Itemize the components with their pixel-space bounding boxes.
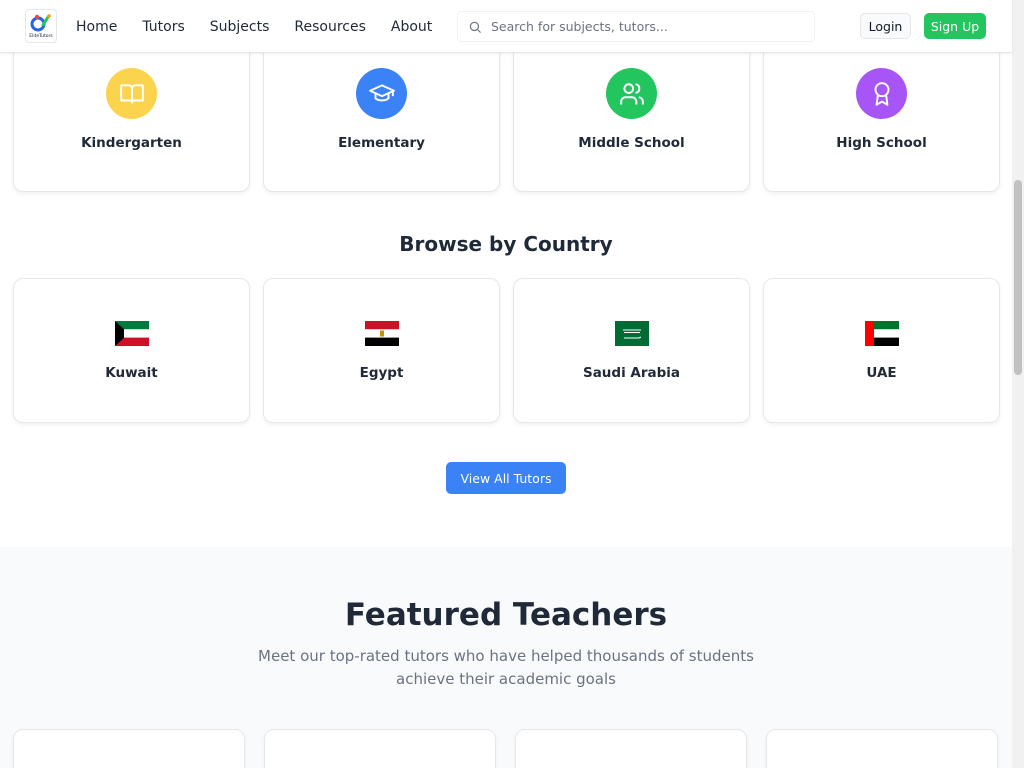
top-navbar: EliteTutors Home Tutors Subjects Resourc… xyxy=(0,0,1012,53)
login-button[interactable]: Login xyxy=(860,13,911,39)
award-icon xyxy=(856,68,907,119)
nav-resources[interactable]: Resources xyxy=(294,19,366,35)
nav-home[interactable]: Home xyxy=(76,19,117,35)
page: EliteTutors Home Tutors Subjects Resourc… xyxy=(0,0,1024,768)
level-label: Middle School xyxy=(578,135,685,151)
search-icon xyxy=(469,21,481,33)
country-card-uae[interactable]: UAE xyxy=(763,278,1000,423)
nav-subjects[interactable]: Subjects xyxy=(210,19,270,35)
page-scrollbar[interactable] xyxy=(1012,0,1024,768)
section-title-country: Browse by Country xyxy=(399,232,613,256)
logo-mark-icon xyxy=(30,14,51,32)
egypt-flag-icon xyxy=(364,321,399,346)
country-label: Kuwait xyxy=(105,365,158,381)
scrollbar-thumb[interactable] xyxy=(1014,180,1022,375)
nav-tutors[interactable]: Tutors xyxy=(142,19,184,35)
country-card-saudi-arabia[interactable]: Saudi Arabia xyxy=(513,278,750,423)
teacher-card[interactable] xyxy=(515,729,747,768)
featured-teachers-section: Featured Teachers Meet our top-rated tut… xyxy=(0,547,1012,768)
country-label: Saudi Arabia xyxy=(582,365,681,381)
nav-about[interactable]: About xyxy=(391,19,432,35)
country-label: UAE xyxy=(866,365,897,381)
level-card-kindergarten[interactable]: Kindergarten xyxy=(13,30,250,192)
graduation-cap-icon xyxy=(356,68,407,119)
signup-button[interactable]: Sign Up xyxy=(924,13,986,39)
level-card-elementary[interactable]: Elementary xyxy=(263,30,500,192)
kuwait-flag-icon xyxy=(114,321,149,346)
level-label: Elementary xyxy=(338,135,425,151)
logo-text: EliteTutors xyxy=(29,34,53,39)
level-label: Kindergarten xyxy=(81,135,182,151)
teacher-card[interactable] xyxy=(264,729,496,768)
book-open-icon xyxy=(106,68,157,119)
featured-title: Featured Teachers xyxy=(344,597,668,633)
site-logo[interactable]: EliteTutors xyxy=(25,9,57,43)
view-all-tutors-button[interactable]: View All Tutors xyxy=(446,462,566,494)
saudi-arabia-flag-icon xyxy=(614,321,649,346)
country-card-egypt[interactable]: Egypt xyxy=(263,278,500,423)
users-icon xyxy=(606,68,657,119)
level-label: High School xyxy=(836,135,927,151)
featured-subtitle: Meet our top-rated tutors who have helpe… xyxy=(258,647,754,688)
level-card-middle-school[interactable]: Middle School xyxy=(513,30,750,192)
teacher-card[interactable] xyxy=(13,729,245,768)
uae-flag-icon xyxy=(864,321,899,346)
level-card-high-school[interactable]: High School xyxy=(763,30,1000,192)
country-label: Egypt xyxy=(359,365,404,381)
country-card-kuwait[interactable]: Kuwait xyxy=(13,278,250,423)
teacher-card[interactable] xyxy=(766,729,998,768)
main-nav: Home Tutors Subjects Resources About xyxy=(76,0,457,53)
search-input[interactable] xyxy=(491,19,791,34)
search-box[interactable] xyxy=(457,11,815,42)
